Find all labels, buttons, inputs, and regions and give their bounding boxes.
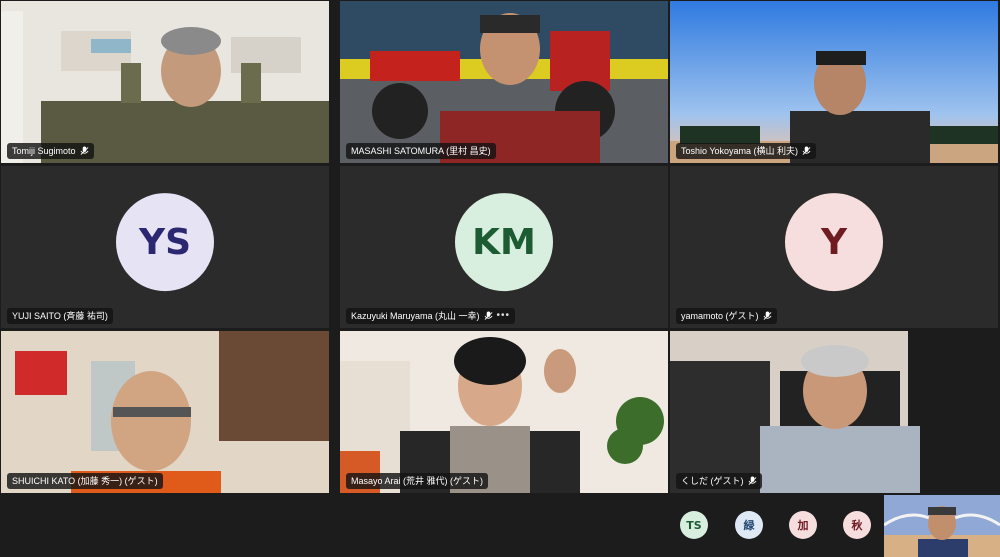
participant-name: yamamoto (ゲスト): [681, 311, 759, 321]
participant-nameplate: YUJI SAITO (斉藤 祐司): [7, 308, 113, 324]
avatar-initials: TS: [686, 518, 702, 532]
participant-video: [340, 1, 668, 163]
participant-name: Kazuyuki Maruyama (丸山 一幸): [351, 311, 480, 321]
participant-name: SHUICHI KATO (加藤 秀一) (ゲスト): [12, 476, 158, 486]
participant-video: [1, 1, 329, 163]
participant-name: Masayo Arai (荒井 雅代) (ゲスト): [351, 476, 484, 486]
more-options-icon[interactable]: •••: [497, 308, 511, 324]
participant-nameplate: yamamoto (ゲスト): [676, 308, 777, 324]
participant-name: MASASHI SATOMURA (里村 昌史): [351, 146, 491, 156]
mic-muted-icon: [484, 311, 492, 320]
avatar-initials: Y: [820, 221, 848, 263]
participant-name: YUJI SAITO (斉藤 祐司): [12, 311, 108, 321]
mic-muted-icon: [802, 146, 811, 155]
mic-muted-icon: [80, 146, 88, 155]
participant-video: [340, 331, 668, 493]
participant-tile[interactable]: MASASHI SATOMURA (里村 昌史): [340, 1, 668, 163]
participant-video: [1, 331, 329, 493]
participant-nameplate: Masayo Arai (荒井 雅代) (ゲスト): [346, 473, 489, 489]
overflow-avatar[interactable]: 加: [789, 511, 817, 539]
video-grid: Tomiji Sugimoto MASASHI SATOMURA (里村 昌史): [0, 0, 1000, 493]
self-view-video[interactable]: [884, 495, 1000, 557]
participant-tile[interactable]: Masayo Arai (荒井 雅代) (ゲスト): [340, 331, 668, 493]
participant-nameplate: SHUICHI KATO (加藤 秀一) (ゲスト): [7, 473, 163, 489]
participant-tile[interactable]: Toshio Yokoyama (横山 利夫): [670, 1, 998, 163]
self-view-image: [884, 495, 1000, 557]
avatar: Y: [785, 193, 883, 292]
participant-tile[interactable]: くしだ (ゲスト): [670, 331, 998, 493]
participant-nameplate: くしだ (ゲスト): [676, 473, 762, 489]
participant-nameplate: Kazuyuki Maruyama (丸山 一幸) •••: [346, 308, 516, 324]
participant-tile[interactable]: Tomiji Sugimoto: [1, 1, 329, 163]
overflow-avatar[interactable]: 緑: [735, 511, 763, 539]
mic-muted-icon: [748, 476, 756, 485]
participant-nameplate: MASASHI SATOMURA (里村 昌史): [346, 143, 496, 159]
participant-nameplate: Tomiji Sugimoto: [7, 143, 94, 159]
avatar-initials: 加: [797, 519, 809, 532]
participant-name: くしだ (ゲスト): [681, 476, 744, 486]
participant-tile[interactable]: KM Kazuyuki Maruyama (丸山 一幸) •••: [340, 166, 668, 328]
participant-tile[interactable]: YS YUJI SAITO (斉藤 祐司): [1, 166, 329, 328]
participant-tile[interactable]: Y yamamoto (ゲスト): [670, 166, 998, 328]
avatar-initials: 緑: [743, 519, 755, 532]
avatar: YS: [116, 193, 214, 292]
participant-name: Toshio Yokoyama (横山 利夫): [681, 146, 799, 156]
avatar-initials: YS: [139, 221, 191, 263]
participant-name: Tomiji Sugimoto: [12, 146, 76, 156]
avatar-initials: KM: [472, 221, 536, 263]
overflow-avatar[interactable]: 秋: [843, 511, 871, 539]
participant-nameplate: Toshio Yokoyama (横山 利夫): [676, 143, 817, 159]
avatar: KM: [455, 193, 553, 292]
avatar-initials: 秋: [851, 519, 863, 532]
participant-tile[interactable]: SHUICHI KATO (加藤 秀一) (ゲスト): [1, 331, 329, 493]
overflow-avatar[interactable]: TS: [680, 511, 708, 539]
participant-video: [670, 331, 998, 493]
participant-video: [670, 1, 998, 163]
mic-muted-icon: [763, 311, 771, 320]
